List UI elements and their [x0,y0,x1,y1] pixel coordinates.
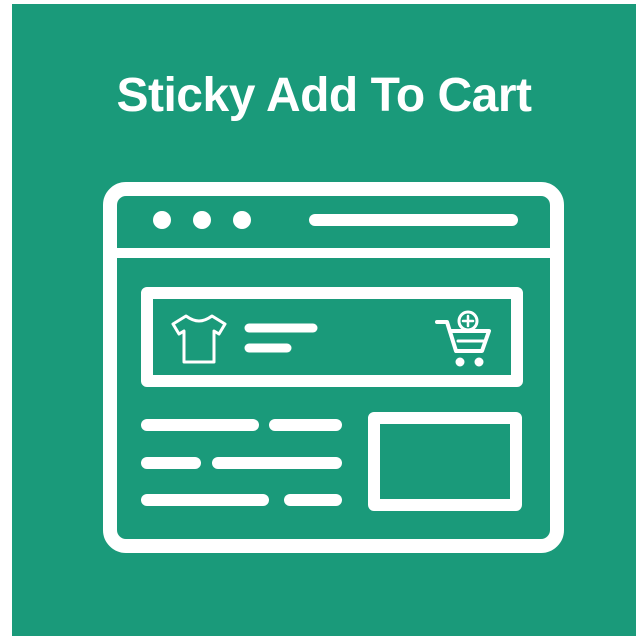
browser-window-icon [103,182,564,553]
window-dot [193,211,211,229]
browser-window-illustration [103,182,564,553]
window-dot [153,211,171,229]
window-dot [233,211,251,229]
tshirt-icon [171,314,227,364]
image-placeholder [368,412,522,511]
sticky-bar [141,287,523,387]
cart-add-icon [435,310,491,367]
